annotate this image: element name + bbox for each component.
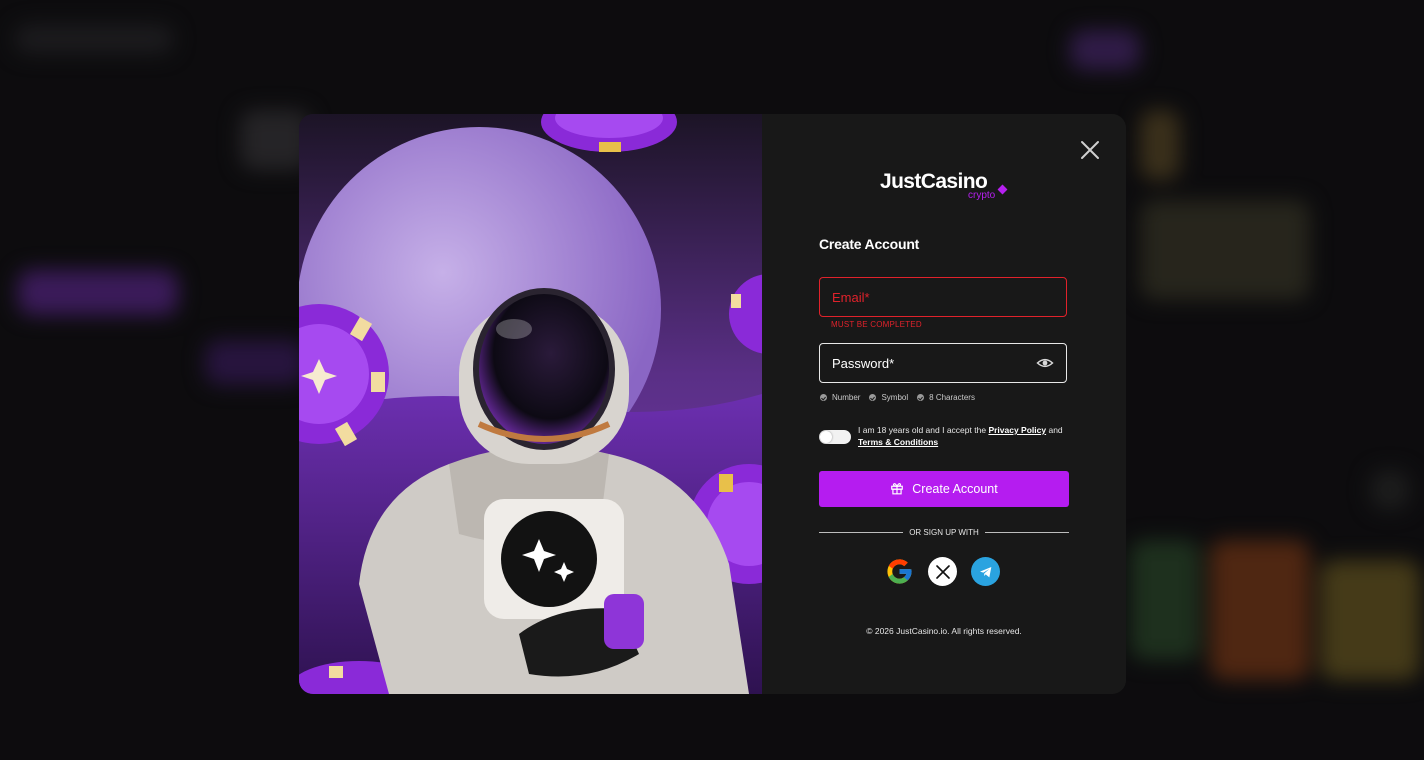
show-password-eye-icon[interactable] (1036, 354, 1054, 372)
social-divider: OR SIGN UP WITH (819, 528, 1070, 537)
requirement-symbol: Symbol (869, 393, 908, 402)
divider-line (984, 532, 1070, 533)
divider-line (819, 532, 904, 533)
requirement-label: 8 Characters (929, 393, 975, 402)
justcasino-logo: JustCasino crypto (880, 170, 1010, 202)
check-icon (917, 394, 925, 401)
requirement-label: Number (832, 393, 861, 402)
requirement-length: 8 Characters (917, 393, 975, 402)
password-input[interactable] (832, 355, 1036, 371)
astronaut-artwork (299, 114, 762, 694)
create-account-button[interactable]: Create Account (819, 471, 1069, 507)
x-icon[interactable] (928, 557, 957, 586)
close-icon[interactable] (1078, 138, 1102, 162)
check-icon (820, 394, 827, 401)
signup-panel: JustCasino crypto Create Account MUST BE… (762, 114, 1126, 694)
logo-diamond-icon (997, 184, 1008, 195)
privacy-policy-link[interactable]: Privacy Policy (988, 425, 1046, 435)
logo-subtext: crypto (968, 190, 996, 201)
email-input[interactable] (832, 289, 1054, 305)
telegram-icon[interactable] (971, 557, 1000, 586)
requirement-number: Number (820, 393, 860, 402)
password-field[interactable] (819, 343, 1067, 383)
social-signup (885, 557, 1000, 586)
requirement-label: Symbol (881, 393, 909, 402)
gift-icon (890, 481, 904, 498)
consent-and: and (1048, 425, 1063, 435)
consent-text: I am 18 years old and I accept the Priva… (858, 424, 1063, 448)
signup-modal: JustCasino crypto Create Account MUST BE… (299, 114, 1126, 694)
copyright-text: © 2026 JustCasino.io. All rights reserve… (866, 626, 1022, 636)
terms-conditions-link[interactable]: Terms & Conditions (858, 437, 938, 447)
google-icon[interactable] (885, 557, 914, 586)
divider-text: OR SIGN UP WITH (909, 528, 979, 537)
consent-toggle[interactable] (819, 430, 851, 444)
email-field[interactable] (819, 277, 1067, 317)
email-error-message: MUST BE COMPLETED (831, 320, 922, 329)
password-requirements: Number Symbol 8 Characters (820, 393, 975, 402)
check-icon (869, 394, 877, 401)
form-title: Create Account (819, 236, 920, 252)
age-consent: I am 18 years old and I accept the Priva… (819, 424, 1069, 448)
create-account-label: Create Account (912, 482, 998, 496)
consent-prefix: I am 18 years old and I accept the (858, 425, 987, 435)
